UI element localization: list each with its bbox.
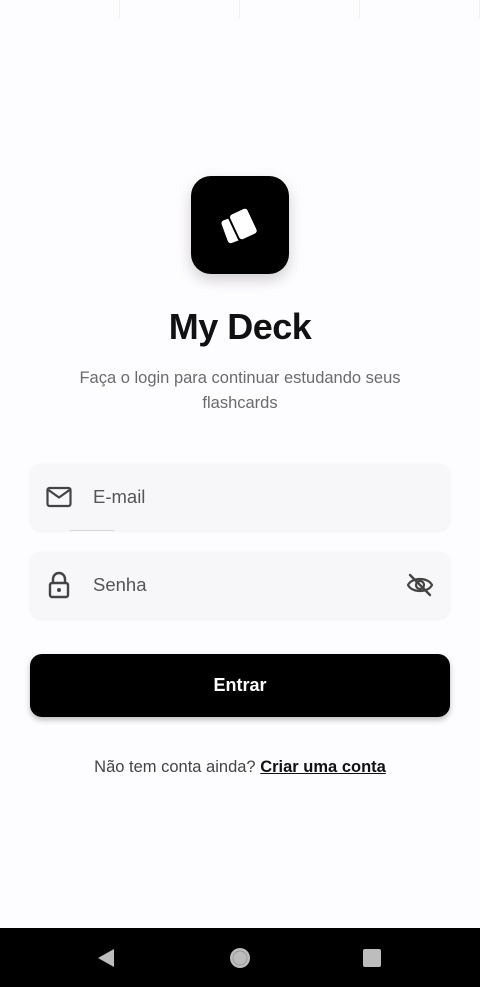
status-bar-segment: [0, 0, 120, 18]
lock-icon: [45, 571, 73, 599]
system-navigation-bar: [0, 928, 480, 987]
login-button[interactable]: Entrar: [30, 654, 450, 717]
back-triangle-icon[interactable]: [90, 942, 122, 974]
password-field-container[interactable]: [30, 552, 450, 618]
status-bar-segment: [360, 0, 480, 18]
mail-icon: [45, 483, 73, 511]
app-logo: [191, 176, 289, 274]
status-bar-area: [0, 0, 480, 18]
recents-square-icon[interactable]: [356, 942, 388, 974]
status-bar-segment: [240, 0, 360, 18]
create-account-link[interactable]: Criar uma conta: [260, 758, 386, 776]
eye-off-icon[interactable]: [405, 570, 435, 600]
email-field-container[interactable]: [30, 464, 450, 530]
password-input[interactable]: [93, 565, 405, 605]
signup-row: Não tem conta ainda? Criar uma conta: [0, 758, 480, 777]
email-input[interactable]: [93, 477, 450, 517]
login-subtitle: Faça o login para continuar estudando se…: [79, 369, 401, 412]
status-bar-segment: [120, 0, 240, 18]
app-title: My Deck: [168, 306, 312, 347]
home-circle-icon[interactable]: [224, 942, 256, 974]
field-divider: [70, 530, 114, 531]
cards-icon: [221, 206, 259, 244]
signup-prompt: Não tem conta ainda?: [94, 758, 256, 776]
